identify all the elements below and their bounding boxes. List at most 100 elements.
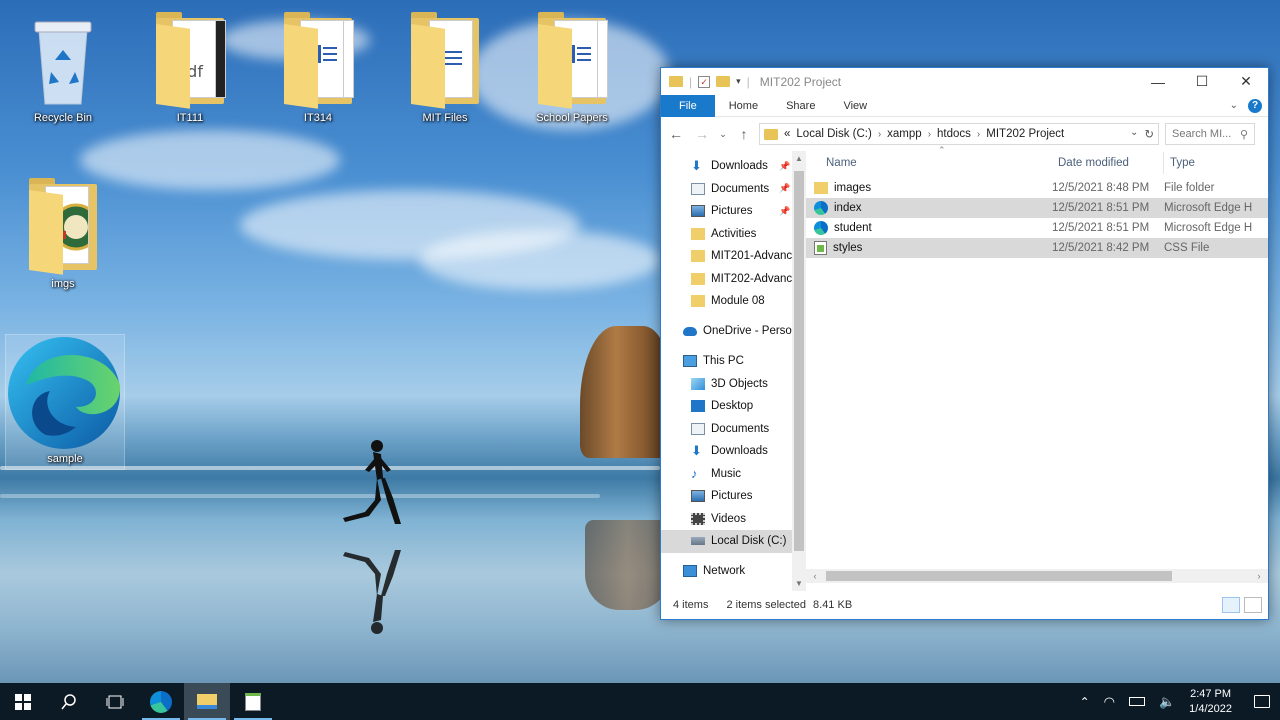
desktop-icon-label: MIT Files [422, 112, 468, 124]
nav-item-label: Music [711, 467, 742, 480]
rock-formation [580, 326, 670, 458]
clock-time: 2:47 PM [1190, 687, 1232, 700]
search-input[interactable]: Search MI... ⚲ [1165, 123, 1255, 145]
nav-item-activities[interactable]: Activities [661, 223, 792, 246]
nav-item-desktop[interactable]: Desktop [661, 395, 792, 418]
back-button[interactable]: ← [665, 126, 687, 142]
file-row-styles[interactable]: styles 12/5/2021 8:42 PM CSS File [806, 238, 1268, 258]
desktop-icon-it314[interactable]: IT314 [268, 10, 368, 124]
breadcrumb-current[interactable]: MIT202 Project [986, 128, 1064, 140]
desktop-icon-label: School Papers [536, 112, 608, 124]
nav-item-downloads-pc[interactable]: ⬇ Downloads [661, 440, 792, 463]
volume-icon[interactable]: 🔈 [1159, 694, 1175, 710]
file-row-student[interactable]: student 12/5/2021 8:51 PM Microsoft Edge… [806, 218, 1268, 238]
pin-icon[interactable]: 📌 [779, 183, 790, 194]
desktop-icon-school-papers[interactable]: School Papers [522, 10, 622, 124]
recent-locations-button[interactable]: ⌄ [717, 129, 729, 140]
nav-item-videos[interactable]: Videos [661, 508, 792, 531]
nav-item-mit201[interactable]: MIT201-Advanc [661, 245, 792, 268]
start-button[interactable] [0, 683, 46, 720]
details-view-icon[interactable] [1222, 597, 1240, 613]
refresh-icon[interactable]: ↻ [1144, 127, 1154, 141]
file-list-pane[interactable]: ⌃ Name Date modified Type images 12/5/20… [806, 145, 1268, 591]
nav-item-this-pc[interactable]: This PC [661, 350, 792, 373]
clock[interactable]: 2:47 PM 1/4/2022 [1189, 687, 1232, 717]
nav-item-3d-objects[interactable]: 3D Objects [661, 373, 792, 396]
desktop-icon-imgs[interactable]: imgs [13, 176, 113, 290]
task-view-button[interactable] [92, 683, 138, 720]
pin-icon[interactable]: 📌 [779, 161, 790, 172]
forward-button[interactable]: → [691, 126, 713, 142]
nav-item-mit202[interactable]: MIT202-Advanc [661, 268, 792, 291]
taskbar-notepad[interactable] [230, 683, 276, 720]
scroll-up-icon[interactable]: ▲ [792, 154, 806, 163]
properties-icon[interactable]: ✓ [698, 75, 711, 88]
file-type: CSS File [1164, 242, 1210, 254]
chevron-right-icon[interactable]: › [977, 129, 980, 140]
minimize-button[interactable]: — [1136, 68, 1180, 95]
breadcrumb-xampp[interactable]: xampp [887, 128, 922, 140]
tab-share[interactable]: Share [772, 95, 829, 117]
close-button[interactable]: ✕ [1224, 68, 1268, 95]
up-button[interactable]: ↑ [733, 126, 755, 142]
nav-item-network[interactable]: Network [661, 560, 792, 583]
nav-item-onedrive[interactable]: OneDrive - Person [661, 320, 792, 343]
desktop-icon-it111[interactable]: epdf IT111 [140, 10, 240, 124]
nav-item-module-08[interactable]: Module 08 [661, 290, 792, 313]
nav-item-documents-pc[interactable]: Documents [661, 418, 792, 441]
desktop-icon-sample[interactable]: sample [5, 334, 125, 470]
nav-item-music[interactable]: ♪ Music [661, 463, 792, 486]
wifi-icon[interactable]: ◠ [1104, 694, 1115, 710]
tab-home[interactable]: Home [715, 95, 772, 117]
nav-item-local-disk[interactable]: Local Disk (C:) [661, 530, 792, 553]
file-date: 12/5/2021 8:51 PM [1052, 222, 1150, 234]
column-date-modified[interactable]: Date modified [1052, 152, 1164, 174]
pin-icon[interactable]: 📌 [779, 206, 790, 217]
maximize-button[interactable]: ☐ [1180, 68, 1224, 95]
taskbar-edge[interactable] [138, 683, 184, 720]
file-row-images[interactable]: images 12/5/2021 8:48 PM File folder [806, 178, 1268, 198]
breadcrumb-overflow[interactable]: « [784, 128, 790, 140]
nav-item-label: Videos [711, 512, 746, 525]
nav-item-downloads[interactable]: ⬇ Downloads 📌 [661, 155, 792, 178]
nav-item-label: Network [703, 565, 746, 578]
column-type[interactable]: Type [1164, 152, 1195, 174]
taskbar-file-explorer[interactable] [184, 683, 230, 720]
nav-pane-scrollbar[interactable]: ▲ ▼ [792, 151, 806, 591]
chevron-right-icon[interactable]: › [928, 129, 931, 140]
horizontal-scrollbar[interactable]: ‹ › [806, 569, 1268, 583]
nav-item-label: Documents [711, 182, 770, 195]
breadcrumb-htdocs[interactable]: htdocs [937, 128, 971, 140]
desktop-icon-mit-files[interactable]: MIT Files [395, 10, 495, 124]
scrollbar-thumb[interactable] [794, 171, 804, 551]
battery-icon[interactable] [1128, 697, 1145, 706]
address-bar[interactable]: « Local Disk (C:) › xampp › htdocs › MIT… [759, 123, 1159, 145]
expand-ribbon-icon[interactable]: ⌄ [1230, 100, 1238, 111]
breadcrumb-local-disk[interactable]: Local Disk (C:) [796, 128, 871, 140]
tab-file[interactable]: File [661, 94, 715, 117]
scrollbar-thumb[interactable] [826, 571, 1172, 581]
search-button[interactable] [46, 683, 92, 720]
new-folder-icon[interactable] [716, 76, 731, 87]
nav-item-documents[interactable]: Documents 📌 [661, 178, 792, 201]
title-bar[interactable]: | ✓ ▾ | MIT202 Project — ☐ ✕ [661, 68, 1268, 95]
customize-toolbar-icon[interactable]: ▾ [736, 76, 741, 87]
file-row-index[interactable]: index 12/5/2021 8:51 PM Microsoft Edge H [806, 198, 1268, 218]
chevron-right-icon[interactable]: › [878, 129, 881, 140]
action-center-icon[interactable] [1254, 695, 1270, 708]
scroll-left-icon[interactable]: ‹ [808, 569, 822, 583]
rock-reflection [585, 520, 670, 610]
show-hidden-icons-icon[interactable]: ⌃ [1080, 695, 1090, 709]
address-dropdown-icon[interactable]: ⌄ [1130, 127, 1138, 141]
tab-view[interactable]: View [829, 95, 881, 117]
nav-item-pictures[interactable]: Pictures 📌 [661, 200, 792, 223]
file-date: 12/5/2021 8:51 PM [1052, 202, 1150, 214]
scroll-right-icon[interactable]: › [1252, 569, 1266, 583]
file-explorer-window[interactable]: | ✓ ▾ | MIT202 Project — ☐ ✕ File Home S… [660, 67, 1269, 620]
desktop-icon-recycle-bin[interactable]: Recycle Bin [13, 10, 113, 124]
scroll-down-icon[interactable]: ▼ [792, 579, 806, 588]
column-name[interactable]: Name [806, 152, 1052, 174]
help-icon[interactable]: ? [1248, 98, 1262, 113]
nav-item-pictures-pc[interactable]: Pictures [661, 485, 792, 508]
large-icons-view-icon[interactable] [1244, 597, 1262, 613]
